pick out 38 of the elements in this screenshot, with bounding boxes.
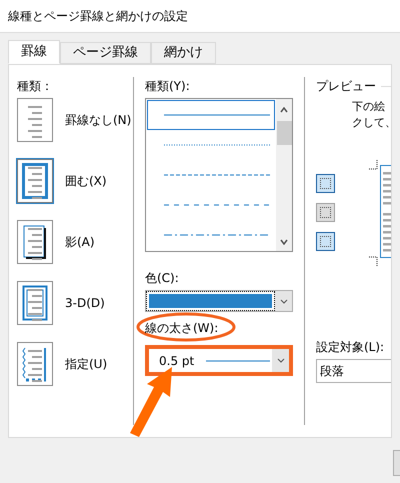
scroll-down-icon[interactable] bbox=[280, 239, 288, 245]
line-style-option[interactable] bbox=[147, 100, 275, 130]
tab[interactable]: ページ罫線 bbox=[60, 42, 151, 64]
apply-to-dropdown[interactable]: 段落 bbox=[316, 359, 391, 383]
border-toggle-icon[interactable] bbox=[316, 203, 335, 222]
scrollbar[interactable] bbox=[276, 99, 292, 251]
tab[interactable]: 罫線 bbox=[8, 40, 60, 64]
line-sample-icon bbox=[164, 144, 270, 146]
type-label: 種類： bbox=[17, 78, 54, 95]
line-width-value: 0.5 pt bbox=[159, 352, 194, 370]
preview-instruction: 下の絵 bbox=[352, 99, 386, 115]
preview-label: プレビュー bbox=[316, 78, 376, 95]
color-dropdown[interactable] bbox=[145, 290, 293, 312]
preview-instruction: クして、 bbox=[352, 115, 391, 131]
border-style-label: 影(A) bbox=[65, 234, 95, 251]
chevron-down-icon bbox=[280, 298, 288, 304]
border-style-option-icon[interactable] bbox=[17, 220, 53, 264]
line-style-label: 種類(Y): bbox=[145, 78, 191, 95]
line-sample-icon bbox=[164, 234, 270, 236]
line-sample-icon bbox=[164, 114, 270, 116]
color-label: 色(C): bbox=[145, 270, 180, 287]
tab[interactable]: 網かけ bbox=[151, 42, 216, 64]
scroll-up-icon[interactable] bbox=[280, 107, 288, 113]
border-style-label: 囲む(X) bbox=[65, 173, 107, 190]
window-title: 線種とページ罫線と網かけの設定 bbox=[8, 8, 188, 25]
scroll-thumb[interactable] bbox=[276, 121, 292, 145]
border-toggle-icon[interactable] bbox=[316, 174, 335, 193]
line-width-label: 線の太さ(W): bbox=[145, 321, 218, 335]
line-sample-icon bbox=[206, 360, 270, 362]
border-style-label: 指定(U) bbox=[65, 356, 108, 373]
chevron-down-icon bbox=[276, 358, 284, 363]
border-style-label: 3-D(D) bbox=[65, 295, 105, 312]
line-width-dropdown[interactable]: 0.5 pt bbox=[145, 345, 293, 376]
apply-to-label: 設定対象(L): bbox=[316, 339, 386, 356]
border-toggle-icon[interactable] bbox=[316, 232, 335, 251]
line-sample-icon bbox=[164, 174, 270, 176]
border-style-label: 罫線なし(N) bbox=[65, 112, 132, 129]
line-sample-icon bbox=[164, 204, 270, 206]
